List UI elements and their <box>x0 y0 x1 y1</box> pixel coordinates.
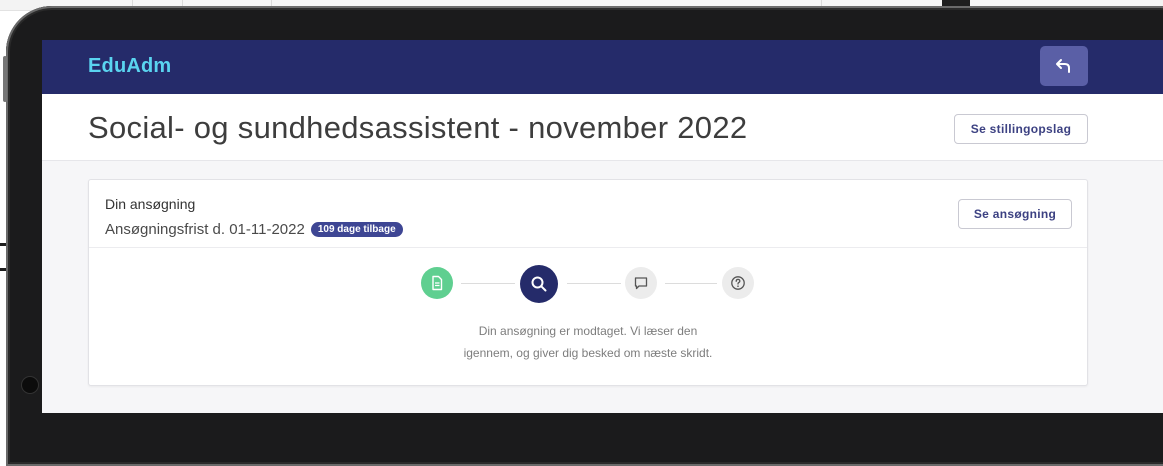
back-button[interactable] <box>1040 46 1088 86</box>
step-interview <box>625 267 657 299</box>
days-left-badge: 109 dage tilbage <box>310 222 403 237</box>
status-line: Din ansøgning er modtaget. Vi læser den <box>478 324 698 338</box>
page-header: Social- og sundhedsassistent - november … <box>42 94 1163 161</box>
deadline-line: Ansøgningsfrist d. 01-11-2022 109 dage ti… <box>105 221 403 238</box>
status-line: igennem, og giver dig besked om næste sk… <box>463 346 713 360</box>
camera-icon <box>22 377 38 393</box>
step-review <box>520 265 558 303</box>
application-card: Din ansøgning Ansøgningsfrist d. 01-11-2… <box>88 179 1088 386</box>
step-connector <box>567 283 621 284</box>
step-received <box>421 267 453 299</box>
document-icon <box>432 275 443 291</box>
step-decision <box>722 267 754 299</box>
app-logo[interactable]: EduAdm <box>88 55 171 78</box>
view-job-posting-button[interactable]: Se stillingopslag <box>954 114 1088 144</box>
progress-stepper <box>421 265 761 305</box>
step-connector <box>665 283 717 284</box>
step-connector <box>461 283 515 284</box>
application-card-header: Din ansøgning Ansøgningsfrist d. 01-11-2… <box>89 180 1087 248</box>
deadline-text: Ansøgningsfrist d. 01-11-2022 <box>105 221 305 238</box>
top-navigation-bar: EduAdm <box>42 40 1163 94</box>
tablet-side-button <box>3 56 7 102</box>
chat-icon <box>634 277 648 290</box>
question-icon <box>731 276 745 290</box>
undo-arrow-icon <box>1056 59 1070 73</box>
page-title: Social- og sundhedsassistent - november … <box>88 110 748 145</box>
search-icon <box>531 276 547 292</box>
status-message: Din ansøgning er modtaget. Vi læser den … <box>89 320 1087 364</box>
application-title: Din ansøgning <box>105 196 196 212</box>
app-screen: EduAdm Social- og sundhedsassistent - no… <box>42 40 1163 413</box>
view-application-button[interactable]: Se ansøgning <box>958 199 1072 229</box>
